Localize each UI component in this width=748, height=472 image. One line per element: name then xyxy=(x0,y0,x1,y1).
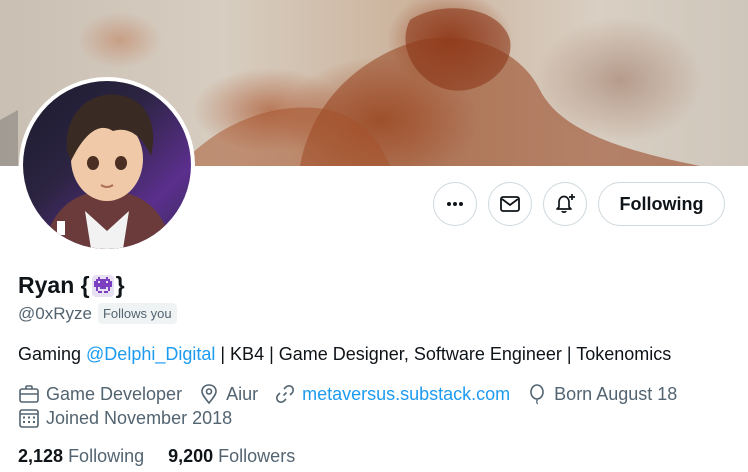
profile-avatar[interactable] xyxy=(19,77,195,253)
website-link[interactable]: metaversus.substack.com xyxy=(302,384,510,405)
following-count-link[interactable]: 2,128 Following xyxy=(18,446,144,467)
followers-label: Followers xyxy=(218,446,296,466)
category-item: Game Developer xyxy=(18,383,182,405)
profile-meta-joined: Joined November 2018 xyxy=(18,407,248,429)
bio-mention-link[interactable]: @Delphi_Digital xyxy=(86,344,215,364)
joined-item: Joined November 2018 xyxy=(18,407,232,429)
following-label: Following xyxy=(68,446,145,466)
profile-bio: Gaming @Delphi_Digital | KB4 | Game Desi… xyxy=(18,344,671,365)
followers-count-link[interactable]: 9,200 Followers xyxy=(168,446,295,467)
avatar-image xyxy=(23,81,191,249)
bell-plus-icon xyxy=(556,194,575,213)
location-label: Aiur xyxy=(226,383,259,404)
envelope-icon xyxy=(500,196,520,212)
birthday-label: Born August 18 xyxy=(554,383,678,404)
space-invader-emoji-icon xyxy=(91,274,114,297)
location-item: Aiur xyxy=(198,383,258,405)
calendar-icon xyxy=(19,409,39,428)
display-name-text: Ryan { xyxy=(18,272,90,298)
more-icon xyxy=(447,202,463,206)
bio-prefix: Gaming xyxy=(18,344,87,364)
display-name: Ryan { } xyxy=(18,272,125,299)
display-name-suffix: } xyxy=(115,272,125,298)
profile-handle: @0xRyze xyxy=(18,303,92,323)
following-count: 2,128 xyxy=(18,446,64,466)
handle-row: @0xRyze Follows you xyxy=(18,303,177,324)
joined-label: Joined November 2018 xyxy=(46,407,233,428)
location-pin-icon xyxy=(201,384,217,405)
following-button[interactable]: Following xyxy=(598,182,725,226)
more-button[interactable] xyxy=(433,182,477,226)
follows-you-badge: Follows you xyxy=(97,303,177,324)
category-label: Game Developer xyxy=(46,383,183,404)
profile-meta: Game Developer Aiur metaversus.substack.… xyxy=(18,383,693,405)
bio-suffix: | KB4 | Game Designer, Software Engineer… xyxy=(215,344,672,364)
message-button[interactable] xyxy=(488,182,532,226)
balloon-icon xyxy=(530,384,544,405)
notifications-button[interactable] xyxy=(543,182,587,226)
briefcase-icon xyxy=(19,385,39,403)
website-item[interactable]: metaversus.substack.com xyxy=(274,383,510,405)
link-icon xyxy=(276,385,295,403)
follow-counts: 2,128 Following 9,200 Followers xyxy=(18,446,319,467)
followers-count: 9,200 xyxy=(168,446,214,466)
birthday-item: Born August 18 xyxy=(526,383,677,405)
